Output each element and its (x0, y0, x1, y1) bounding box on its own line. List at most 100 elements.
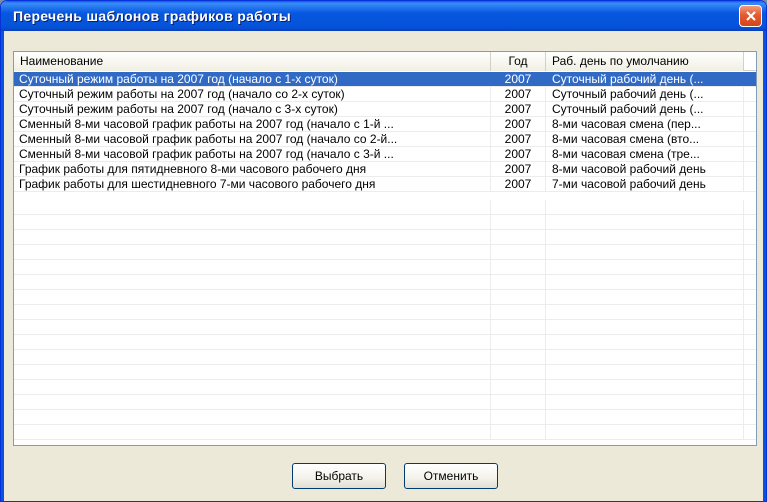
empty-row (14, 290, 756, 305)
list-header: Наименование Год Раб. день по умолчанию (14, 52, 756, 71)
close-button[interactable] (739, 5, 762, 27)
empty-cell (14, 350, 491, 364)
empty-row (14, 275, 756, 290)
empty-cell (14, 410, 491, 424)
dialog-window: Перечень шаблонов графиков работы Наимен… (0, 0, 767, 502)
window-frame-left (1, 31, 4, 501)
title-bar[interactable]: Перечень шаблонов графиков работы (1, 1, 766, 31)
empty-cell (546, 425, 744, 439)
empty-row (14, 260, 756, 275)
empty-row (14, 215, 756, 230)
cell-year: 2007 (491, 132, 546, 146)
empty-cell (546, 320, 744, 334)
empty-cell (491, 200, 546, 214)
empty-cell (546, 215, 744, 229)
empty-cell (491, 335, 546, 349)
empty-row (14, 425, 756, 440)
empty-row (14, 410, 756, 425)
empty-cell (491, 320, 546, 334)
cell-year: 2007 (491, 177, 546, 191)
cell-year: 2007 (491, 162, 546, 176)
table-row[interactable]: График работы для шестидневного 7-ми час… (14, 177, 756, 192)
empty-cell (14, 305, 491, 319)
column-header-default-day[interactable]: Раб. день по умолчанию (546, 52, 744, 71)
cell-name: Сменный 8-ми часовой график работы на 20… (14, 117, 491, 131)
empty-cell (491, 260, 546, 274)
empty-cell (14, 215, 491, 229)
table-row[interactable]: Сменный 8-ми часовой график работы на 20… (14, 147, 756, 162)
cell-name: Сменный 8-ми часовой график работы на 20… (14, 132, 491, 146)
empty-cell (491, 230, 546, 244)
empty-cell (546, 275, 744, 289)
table-row[interactable]: Суточный режим работы на 2007 год (начал… (14, 87, 756, 102)
empty-cell (546, 245, 744, 259)
cell-default-day: Суточный рабочий день (... (546, 72, 744, 86)
cell-default-day: Суточный рабочий день (... (546, 87, 744, 101)
empty-cell (14, 275, 491, 289)
empty-cell (14, 335, 491, 349)
empty-cell (491, 275, 546, 289)
close-icon (745, 11, 756, 21)
cell-name: Суточный режим работы на 2007 год (начал… (14, 72, 491, 86)
window-frame-right (763, 31, 766, 501)
empty-cell (546, 365, 744, 379)
cell-year: 2007 (491, 72, 546, 86)
empty-cell (546, 380, 744, 394)
cell-name: График работы для пятидневного 8-ми часо… (14, 162, 491, 176)
empty-cell (546, 335, 744, 349)
empty-cell (491, 305, 546, 319)
column-header-year[interactable]: Год (491, 52, 546, 71)
empty-row (14, 245, 756, 260)
empty-row (14, 395, 756, 410)
cell-default-day: Суточный рабочий день (... (546, 102, 744, 116)
empty-cell (14, 230, 491, 244)
empty-cell (14, 395, 491, 409)
empty-cell (14, 200, 491, 214)
cell-year: 2007 (491, 87, 546, 101)
table-row[interactable]: График работы для пятидневного 8-ми часо… (14, 162, 756, 177)
cell-default-day: 7-ми часовой рабочий день (546, 177, 744, 191)
cell-year: 2007 (491, 102, 546, 116)
cell-year: 2007 (491, 117, 546, 131)
empty-cell (491, 425, 546, 439)
empty-cell (14, 260, 491, 274)
empty-cell (14, 365, 491, 379)
empty-cell (491, 245, 546, 259)
list-empty-rows (14, 200, 756, 440)
cell-default-day: 8-ми часовая смена (вто... (546, 132, 744, 146)
table-row[interactable]: Суточный режим работы на 2007 год (начал… (14, 72, 756, 87)
cell-name: Сменный 8-ми часовой график работы на 20… (14, 147, 491, 161)
templates-list[interactable]: Наименование Год Раб. день по умолчанию … (13, 51, 757, 446)
empty-row (14, 320, 756, 335)
empty-cell (491, 215, 546, 229)
empty-cell (546, 290, 744, 304)
cell-default-day: 8-ми часовой рабочий день (546, 162, 744, 176)
cell-year: 2007 (491, 147, 546, 161)
table-row[interactable]: Суточный режим работы на 2007 год (начал… (14, 102, 756, 117)
empty-row (14, 380, 756, 395)
empty-cell (491, 290, 546, 304)
empty-cell (546, 410, 744, 424)
empty-row (14, 230, 756, 245)
empty-row (14, 350, 756, 365)
empty-cell (546, 260, 744, 274)
cell-name: Суточный режим работы на 2007 год (начал… (14, 102, 491, 116)
empty-row (14, 200, 756, 215)
empty-cell (546, 200, 744, 214)
empty-cell (546, 350, 744, 364)
list-rows: Суточный режим работы на 2007 год (начал… (14, 72, 756, 192)
select-button[interactable]: Выбрать (292, 463, 386, 489)
column-header-name[interactable]: Наименование (14, 52, 491, 71)
empty-cell (491, 410, 546, 424)
cell-name: Суточный режим работы на 2007 год (начал… (14, 87, 491, 101)
table-row[interactable]: Сменный 8-ми часовой график работы на 20… (14, 132, 756, 147)
cell-name: График работы для шестидневного 7-ми час… (14, 177, 491, 191)
empty-row (14, 305, 756, 320)
table-row[interactable]: Сменный 8-ми часовой график работы на 20… (14, 117, 756, 132)
empty-cell (491, 365, 546, 379)
window-title: Перечень шаблонов графиков работы (13, 8, 292, 24)
cancel-button[interactable]: Отменить (404, 463, 498, 489)
empty-cell (491, 380, 546, 394)
cell-default-day: 8-ми часовая смена (пер... (546, 117, 744, 131)
cell-default-day: 8-ми часовая смена (тре... (546, 147, 744, 161)
